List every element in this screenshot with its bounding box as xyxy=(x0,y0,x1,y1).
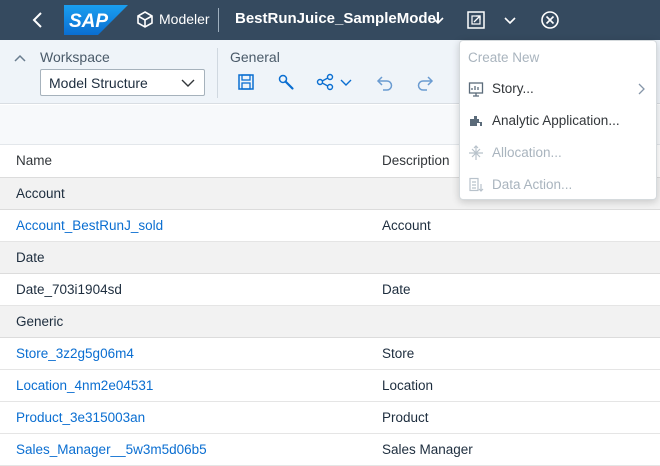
menu-header: Create New xyxy=(468,50,540,65)
allocation-icon xyxy=(469,145,483,160)
cube-icon xyxy=(137,11,153,28)
menu-item-allocation[interactable]: Allocation... xyxy=(460,137,656,169)
group-label: Date xyxy=(16,250,45,265)
chevron-right-icon xyxy=(638,83,645,95)
name-column-header[interactable]: Name xyxy=(16,153,52,168)
wrench-icon[interactable] xyxy=(277,73,295,91)
chevron-up-icon[interactable] xyxy=(14,53,26,63)
menu-item-label: Allocation... xyxy=(492,145,562,160)
redo-icon[interactable] xyxy=(416,73,434,91)
menu-item-data-action[interactable]: Data Action... xyxy=(460,169,656,201)
app-name: Modeler xyxy=(159,11,210,27)
chevron-down-icon[interactable] xyxy=(339,73,353,91)
table-row[interactable]: Store_3z2g5g06m4 Store xyxy=(0,338,660,370)
dimension-description: Store xyxy=(382,346,415,361)
dimension-name-link[interactable]: Store_3z2g5g06m4 xyxy=(16,346,134,361)
menu-item-label: Analytic Application... xyxy=(492,113,620,128)
save-icon[interactable] xyxy=(237,73,255,91)
undo-icon[interactable] xyxy=(376,73,394,91)
group-label: Generic xyxy=(16,314,64,329)
description-column-header[interactable]: Description xyxy=(382,153,450,168)
chevron-down-icon[interactable] xyxy=(503,14,517,26)
menu-item-label: Data Action... xyxy=(492,177,573,192)
dimension-name-link[interactable]: Account_BestRunJ_sold xyxy=(16,218,163,233)
menu-item-story[interactable]: Story... xyxy=(460,73,656,105)
analytic-application-icon xyxy=(470,116,482,126)
toolbar-divider xyxy=(217,48,218,98)
chevron-down-icon xyxy=(181,79,195,87)
workspace-select[interactable]: Model Structure xyxy=(40,69,205,96)
table-row[interactable]: Sales_Manager__5w3m5d06b5 Sales Manager xyxy=(0,434,660,466)
data-action-icon xyxy=(469,177,484,192)
dimension-name-link[interactable]: Sales_Manager__5w3m5d06b5 xyxy=(16,442,207,457)
back-icon[interactable] xyxy=(28,10,48,30)
group-label: Account xyxy=(16,186,65,201)
dimension-name-link[interactable]: Location_4nm2e04531 xyxy=(16,378,153,393)
table-row[interactable]: Date_703i1904sd Date xyxy=(0,274,660,306)
workspace-label: Workspace xyxy=(40,49,110,65)
dimension-description: Location xyxy=(382,378,434,393)
chevron-down-icon[interactable] xyxy=(432,14,444,26)
dimension-description: Product xyxy=(382,410,429,425)
create-new-menu: Create New Story... Analytic Application… xyxy=(459,40,657,200)
model-title[interactable]: BestRunJuice_SampleModel xyxy=(235,10,440,27)
open-new-icon[interactable] xyxy=(466,10,486,30)
table-row[interactable]: Account_BestRunJ_sold Account xyxy=(0,210,660,242)
sap-logo[interactable]: SAP xyxy=(64,5,128,35)
sap-logo-text: SAP xyxy=(69,11,108,32)
share-icon[interactable] xyxy=(316,73,334,91)
menu-item-label: Story... xyxy=(492,81,534,96)
dimension-description: Date xyxy=(382,282,411,297)
menu-item-analytic-application[interactable]: Analytic Application... xyxy=(460,105,656,137)
group-row-date: Date xyxy=(0,242,660,274)
dimension-name: Date_703i1904sd xyxy=(16,282,122,297)
table-row[interactable]: Product_3e315003an Product xyxy=(0,402,660,434)
dimension-description: Sales Manager xyxy=(382,442,473,457)
shell-bar: SAP Modeler BestRunJuice_SampleModel xyxy=(0,0,660,40)
general-label: General xyxy=(230,49,280,65)
shell-divider xyxy=(218,8,219,32)
table-row[interactable]: Location_4nm2e04531 Location xyxy=(0,370,660,402)
close-circle-icon[interactable] xyxy=(540,10,560,30)
dimension-description: Account xyxy=(382,218,431,233)
story-icon xyxy=(468,82,484,97)
dimension-name-link[interactable]: Product_3e315003an xyxy=(16,410,145,425)
workspace-select-value: Model Structure xyxy=(49,75,148,91)
group-row-generic: Generic xyxy=(0,306,660,338)
